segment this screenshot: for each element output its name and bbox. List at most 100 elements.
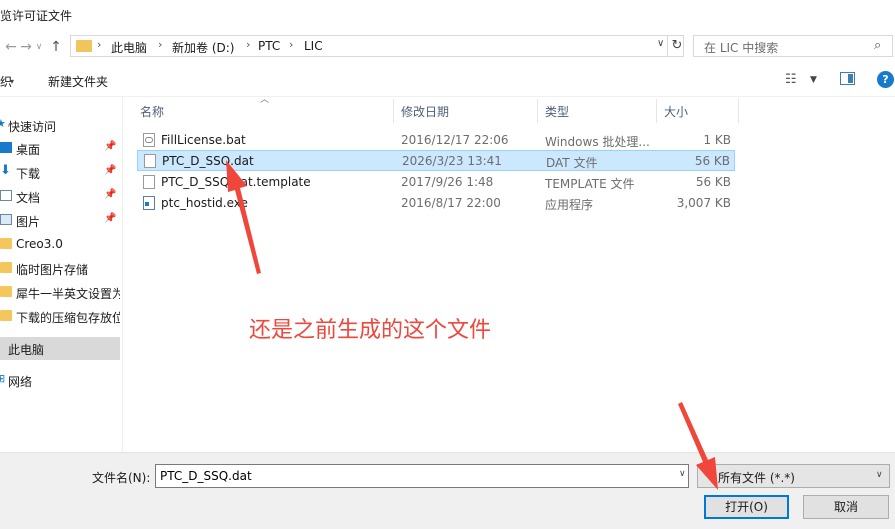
search-icon[interactable]: ⌕ [874, 38, 881, 53]
sidebar-item-zip-downloads[interactable]: 下载的压缩包存放位 [0, 305, 120, 327]
dialog-footer: 文件名(N): ∨ 所有文件 (*.*) ∨ 打开(O) 取消 [0, 452, 895, 529]
desktop-icon [0, 142, 12, 153]
filetype-dropdown-icon[interactable]: ∨ [876, 470, 883, 480]
annotation-text: 还是之前生成的这个文件 [249, 318, 492, 343]
file-type: Windows 批处理... [545, 135, 650, 149]
sidebar-item-quick-access[interactable]: ★ 快速访问 [0, 114, 120, 136]
pin-icon[interactable]: 📌 [104, 141, 116, 152]
sidebar-item-label: 文档 [16, 191, 41, 205]
batch-file-icon [143, 133, 155, 147]
filetype-select[interactable]: 所有文件 (*.*) ∨ [697, 464, 890, 488]
sidebar-item-label: Creo3.0 [16, 237, 63, 251]
recent-locations-chevron-icon[interactable]: ∨ [31, 39, 47, 55]
sidebar-item-label: 图片 [16, 215, 41, 229]
sidebar-item-this-pc[interactable]: 此电脑 [0, 337, 120, 360]
file-name: PTC_D_SSQ.dat [162, 154, 254, 168]
back-arrow-icon[interactable]: ← [3, 39, 19, 55]
file-type: 应用程序 [545, 198, 594, 212]
breadcrumb-this-pc[interactable]: 此电脑 [111, 39, 147, 56]
sidebar-item-label: 此电脑 [8, 343, 45, 357]
folder-icon [0, 310, 12, 321]
navigation-pane[interactable]: ★ 快速访问 桌面 📌 ⬇ 下载 📌 文档 📌 图片 📌 Creo3.0 临时图… [0, 97, 123, 452]
file-type: TEMPLATE 文件 [545, 177, 635, 191]
folder-icon [0, 262, 12, 273]
breadcrumb-separator-icon[interactable]: › [158, 38, 162, 51]
sidebar-item-creo[interactable]: Creo3.0 [0, 233, 120, 255]
sidebar-item-network[interactable]: ⊞ 网络 [0, 369, 120, 391]
folder-icon [0, 238, 12, 249]
file-name: ptc_hostid.exe [161, 196, 248, 210]
file-date: 2017/9/26 1:48 [401, 175, 494, 189]
file-size: 1 KB [703, 133, 731, 147]
sidebar-item-label: 网络 [8, 375, 33, 389]
download-icon: ⬇ [0, 163, 11, 178]
folder-icon [0, 286, 12, 297]
filename-label: 文件名(N): [92, 471, 151, 485]
breadcrumb-separator-icon[interactable]: › [97, 38, 101, 51]
column-divider[interactable] [393, 99, 394, 123]
breadcrumb-separator-icon[interactable]: › [289, 38, 293, 51]
network-icon: ⊞ [0, 372, 6, 385]
file-row-ptc-d-ssq-template[interactable]: PTC_D_SSQ.dat.template 2017/9/26 1:48 TE… [137, 172, 735, 193]
filename-dropdown-icon[interactable]: ∨ [679, 469, 686, 479]
file-row-filllicense[interactable]: FillLicense.bat 2016/12/17 22:06 Windows… [137, 130, 735, 151]
file-size: 3,007 KB [676, 196, 731, 210]
documents-icon [0, 190, 12, 201]
sidebar-item-temp-images[interactable]: 临时图片存储 [0, 257, 120, 279]
sidebar-item-label: 快速访问 [8, 120, 57, 134]
new-folder-button[interactable]: 新建文件夹 [48, 73, 108, 90]
file-name: PTC_D_SSQ.dat.template [161, 175, 311, 189]
sidebar-item-pictures[interactable]: 图片 📌 [0, 209, 120, 231]
sidebar-item-label: 犀牛一半英文设置为 [16, 287, 120, 301]
view-details-icon[interactable]: ☷ [785, 72, 797, 87]
address-bar[interactable]: › 此电脑 › 新加卷 (D:) › PTC › LIC ∨ ↻ [70, 35, 684, 57]
preview-pane-icon[interactable] [840, 72, 855, 85]
column-header-date[interactable]: 修改日期 [401, 103, 449, 120]
sidebar-item-label: 桌面 [16, 143, 41, 157]
column-divider[interactable] [738, 99, 739, 123]
command-toolbar: 组织 ▾ 新建文件夹 ☷ ▼ ? [0, 63, 895, 97]
open-button[interactable]: 打开(O) [704, 495, 789, 519]
column-divider[interactable] [537, 99, 538, 123]
column-divider[interactable] [656, 99, 657, 123]
breadcrumb-ptc[interactable]: PTC [258, 39, 280, 53]
organize-dropdown-icon[interactable]: ▾ [10, 77, 14, 86]
pin-icon[interactable]: 📌 [104, 213, 116, 224]
sidebar-item-label: 临时图片存储 [16, 263, 89, 277]
file-row-ptc-d-ssq-dat[interactable]: PTC_D_SSQ.dat 2026/3/23 13:41 DAT 文件 56 … [137, 150, 735, 171]
folder-icon [76, 40, 92, 52]
pin-icon[interactable]: 📌 [104, 189, 116, 200]
search-input[interactable]: 在 LIC 中搜索 ⌕ [693, 35, 893, 57]
file-name: FillLicense.bat [161, 133, 246, 147]
column-header-type[interactable]: 类型 [545, 103, 569, 120]
help-icon[interactable]: ? [877, 71, 894, 88]
view-dropdown-icon[interactable]: ▼ [810, 75, 817, 85]
title-bar: 浏览许可证文件 [0, 0, 895, 30]
refresh-icon[interactable]: ↻ [667, 36, 686, 56]
sidebar-item-downloads[interactable]: ⬇ 下载 📌 [0, 161, 120, 183]
sidebar-item-label: 下载的压缩包存放位 [16, 311, 120, 325]
cancel-button[interactable]: 取消 [803, 495, 889, 519]
breadcrumb-separator-icon[interactable]: › [246, 38, 250, 51]
file-row-ptc-hostid[interactable]: ptc_hostid.exe 2016/8/17 22:00 应用程序 3,00… [137, 193, 735, 214]
application-icon [143, 196, 155, 210]
breadcrumb-drive-d[interactable]: 新加卷 (D:) [172, 39, 234, 56]
file-date: 2016/12/17 22:06 [401, 133, 509, 147]
column-header-name[interactable]: 名称 [140, 103, 164, 120]
star-icon: ★ [0, 117, 6, 130]
pin-icon[interactable]: 📌 [104, 165, 116, 176]
pictures-icon [0, 214, 12, 225]
breadcrumb-lic[interactable]: LIC [304, 39, 323, 53]
column-header-size[interactable]: 大小 [664, 103, 688, 120]
sidebar-item-desktop[interactable]: 桌面 📌 [0, 137, 120, 159]
file-icon [143, 175, 155, 189]
filetype-value: 所有文件 (*.*) [718, 471, 795, 485]
sidebar-item-rhino-settings[interactable]: 犀牛一半英文设置为 [0, 281, 120, 303]
filename-input[interactable] [155, 464, 689, 488]
up-arrow-icon[interactable]: ↑ [48, 39, 64, 55]
address-dropdown-chevron-icon[interactable]: ∨ [657, 38, 664, 49]
sort-ascending-icon: ︿ [260, 95, 270, 105]
file-type: DAT 文件 [546, 156, 598, 170]
sidebar-item-documents[interactable]: 文档 📌 [0, 185, 120, 207]
file-date: 2016/8/17 22:00 [401, 196, 501, 210]
